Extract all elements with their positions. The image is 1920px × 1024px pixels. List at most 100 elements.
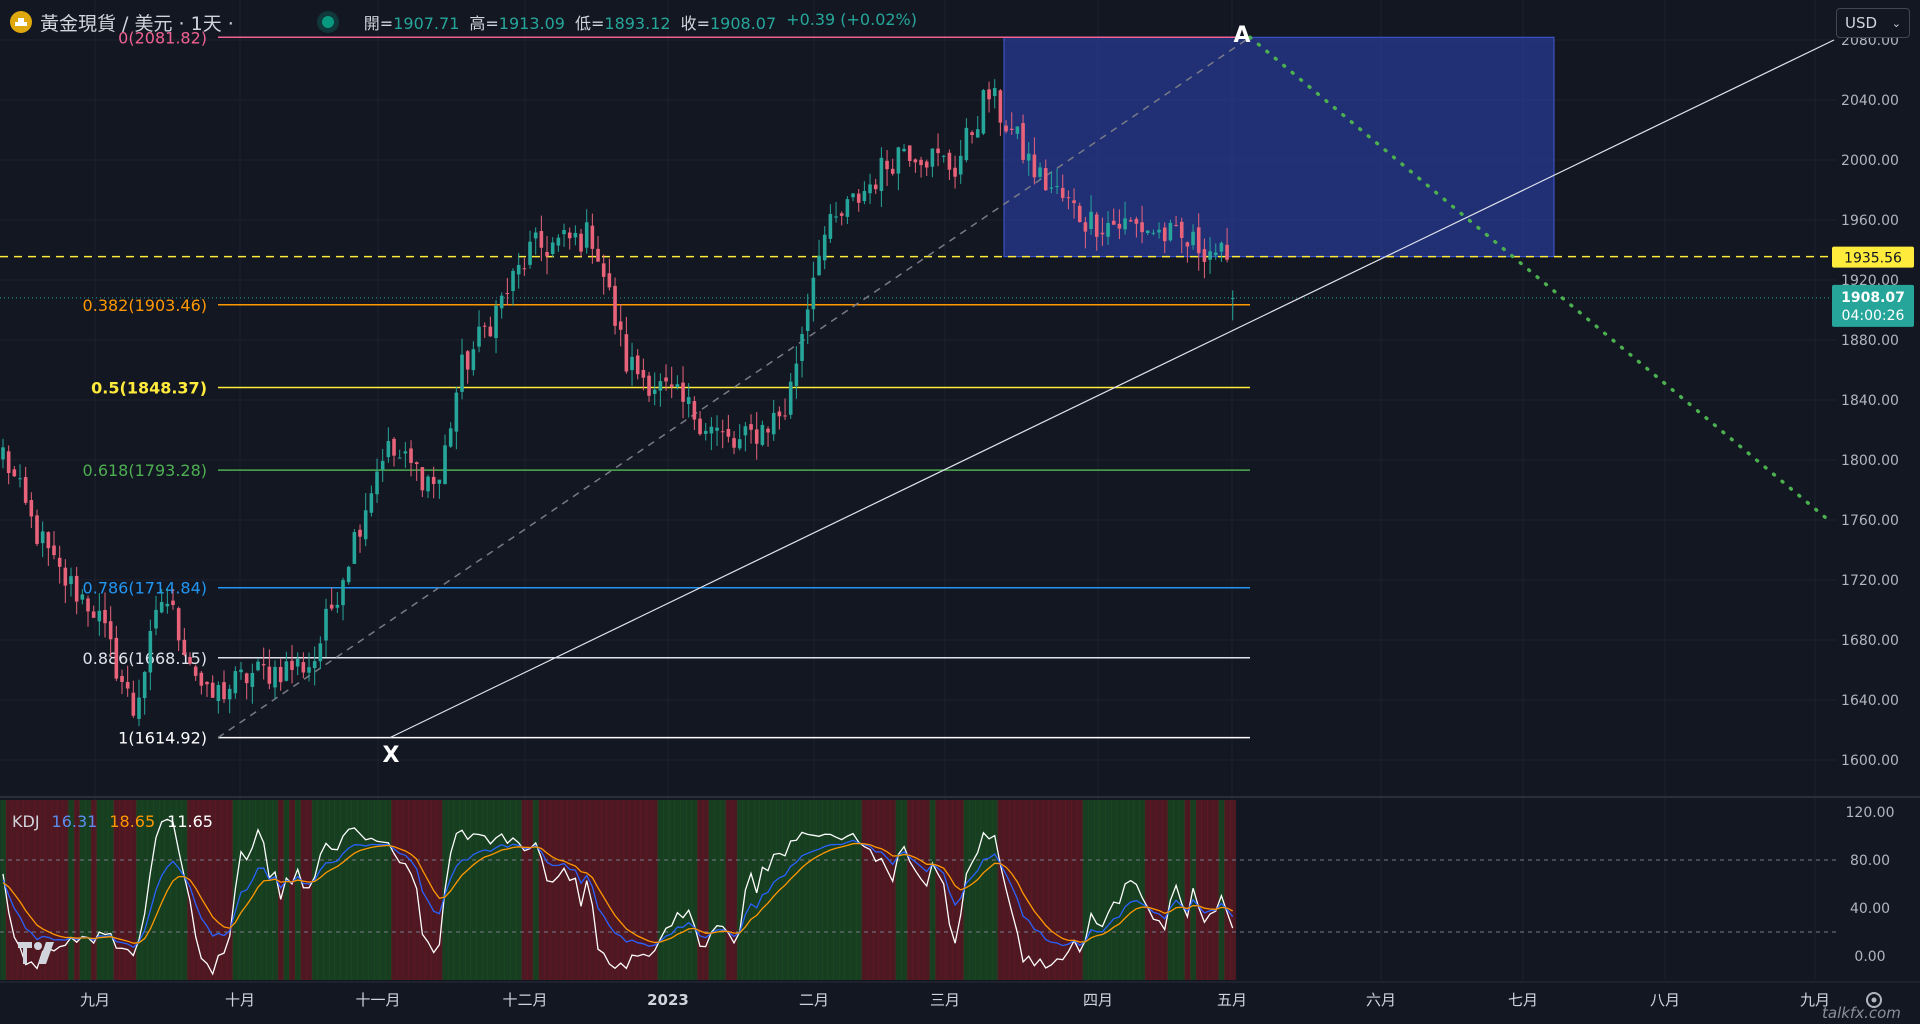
- candle-body: [698, 418, 702, 435]
- candle-body: [613, 285, 617, 326]
- kdj-legend[interactable]: KDJ 16.31 18.65 11.65: [12, 812, 213, 831]
- kdj-background-band: [731, 800, 738, 980]
- candle-body: [295, 658, 300, 667]
- candle-body: [431, 476, 436, 485]
- candle-body: [817, 255, 821, 276]
- candle-body: [607, 273, 612, 288]
- kdj-background-band: [668, 800, 676, 980]
- kdj-background-band: [272, 800, 279, 980]
- candle-body: [352, 532, 357, 564]
- kdj-background-band: [725, 800, 732, 980]
- kdj-background-band: [1014, 800, 1021, 980]
- kdj-background-band: [595, 800, 602, 980]
- kdj-background-band: [1099, 800, 1106, 980]
- kdj-pane: 120.00 80.00 40.00 0.00: [0, 800, 1895, 980]
- time-tick-label: 七月: [1508, 991, 1538, 1009]
- kdj-background-band: [816, 800, 823, 980]
- kdj-background-band: [1093, 800, 1101, 980]
- kdj-background-band: [629, 800, 636, 980]
- candle-body: [1032, 154, 1037, 178]
- candle-body: [239, 669, 243, 673]
- candle-body: [454, 392, 459, 432]
- time-tick-label: 九月: [80, 991, 110, 1009]
- candle-body: [675, 384, 680, 388]
- candle-body: [341, 580, 345, 606]
- candle-body: [165, 603, 170, 607]
- candle-body: [692, 401, 697, 420]
- candle-body: [890, 168, 895, 174]
- candle-body: [12, 469, 17, 477]
- candle-body: [992, 88, 997, 97]
- candle-body: [919, 159, 923, 166]
- candle-body: [652, 389, 657, 394]
- candle-body: [6, 451, 11, 474]
- time-axis: 九月 十月 十一月 十二月 2023 二月 三月 四月 五月 六月 七月 八月 九月: [0, 981, 1920, 1009]
- kdj-background-band: [391, 800, 398, 980]
- candle-body: [658, 381, 663, 391]
- candle-body: [868, 184, 872, 194]
- kdj-background-band: [1161, 800, 1169, 980]
- time-tick-label: 二月: [799, 991, 829, 1009]
- close-label: 收: [680, 14, 697, 33]
- kdj-background-band: [266, 800, 273, 980]
- kdj-background-band: [396, 800, 404, 980]
- candle-body: [584, 222, 589, 248]
- candle-body: [1077, 205, 1082, 222]
- kdj-background-band: [1054, 800, 1061, 980]
- kdj-background-band: [260, 800, 268, 980]
- candle-body: [397, 457, 402, 459]
- kdj-background-band: [617, 800, 625, 980]
- candle-body: [1117, 223, 1122, 229]
- candle-body: [1004, 125, 1008, 132]
- kdj-background-band: [527, 800, 534, 980]
- kdj-background-band: [833, 800, 840, 980]
- kdj-background-band: [1025, 800, 1033, 980]
- kdj-background-band: [799, 800, 806, 980]
- kdj-background-band: [606, 800, 613, 980]
- kdj-background-band: [736, 800, 744, 980]
- kdj-background-band: [1037, 800, 1044, 980]
- candle-body: [324, 608, 328, 641]
- candle-body: [233, 671, 238, 694]
- candle-body: [380, 460, 385, 470]
- candle-body: [539, 230, 544, 248]
- candle-body: [74, 575, 79, 602]
- kdj-background-band: [702, 800, 710, 980]
- candle-body: [924, 161, 929, 168]
- kdj-background-band: [714, 800, 721, 980]
- candle-body: [86, 598, 90, 612]
- kdj-background-band: [402, 800, 409, 980]
- kdj-background-band: [612, 800, 619, 980]
- candle-body: [737, 439, 742, 449]
- candle-body: [805, 309, 810, 331]
- currency-dropdown[interactable]: USD ⌄: [1836, 8, 1910, 38]
- kdj-background-band: [226, 800, 234, 980]
- kdj-background-band: [1071, 800, 1078, 980]
- tradingview-logo-icon[interactable]: [16, 940, 60, 970]
- kdj-background-band: [215, 800, 222, 980]
- kdj-background-band: [901, 800, 908, 980]
- candle-body: [437, 479, 442, 484]
- price-tick-label: 1760.00: [1841, 513, 1899, 529]
- low-label: 低: [574, 14, 591, 33]
- kdj-background-band: [357, 800, 364, 980]
- price-chart[interactable]: 0(2081.82)0.382(1903.46)0.5(1848.37)0.61…: [0, 0, 1920, 1024]
- candle-body: [783, 415, 787, 417]
- kdj-background-band: [544, 800, 551, 980]
- candle-body: [1089, 211, 1093, 230]
- candle-body: [947, 152, 952, 170]
- candle-body: [460, 354, 464, 392]
- candle-body: [443, 445, 447, 485]
- candle-body: [284, 661, 289, 681]
- candle-body: [35, 515, 39, 544]
- candle-body: [301, 662, 306, 673]
- candle-body: [1100, 232, 1105, 235]
- candle-body: [1038, 167, 1042, 177]
- candle-body: [290, 660, 294, 670]
- candle-body: [1049, 187, 1054, 189]
- candle-body: [522, 268, 527, 270]
- kdj-background-band: [1042, 800, 1050, 980]
- candle-body: [516, 264, 521, 275]
- candle-body: [108, 621, 113, 640]
- symbol-title[interactable]: 黃金現貨 / 美元 · 1天 ·: [40, 9, 234, 36]
